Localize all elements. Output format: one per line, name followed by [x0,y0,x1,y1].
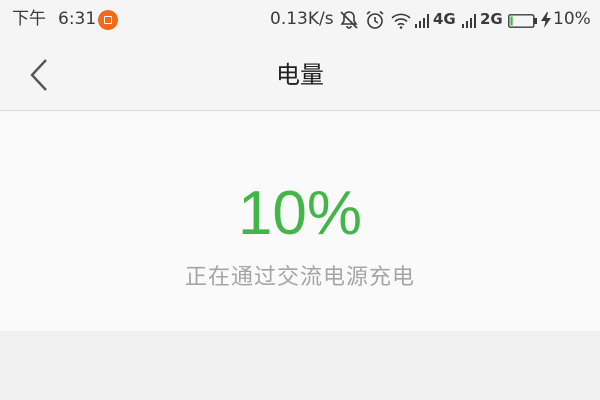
status-bar: 下午 6:31 0.13K/s 4G 2G 10% [0,0,600,40]
network-type-2: 2G [480,10,503,28]
alarm-icon [364,9,386,31]
page-title: 电量 [276,61,324,89]
charging-status-text: 正在通过交流电源充电 [184,265,415,290]
title-bar: 电量 [0,40,600,111]
network-type-1: 4G [433,10,456,28]
status-period: 下午 [12,9,46,29]
lower-area [0,331,600,400]
status-time: 6:31 [58,9,97,29]
wifi-icon [390,9,412,31]
notification-icon [98,10,118,30]
battery-panel: 10% 正在通过交流电源充电 [0,111,600,331]
battery-level-fill [510,16,513,26]
signal-icon [461,9,479,31]
battery-screen: 下午 6:31 0.13K/s 4G 2G 10% 电量 10% 正在通过交流电… [0,0,600,400]
signal-icon [414,9,432,31]
mute-icon [338,9,360,31]
battery-percent-value: 10% [237,179,363,248]
charging-bolt-icon [540,9,552,31]
status-battery-percent: 10% [553,9,591,29]
network-speed: 0.13K/s [270,9,334,29]
battery-icon [508,13,538,28]
